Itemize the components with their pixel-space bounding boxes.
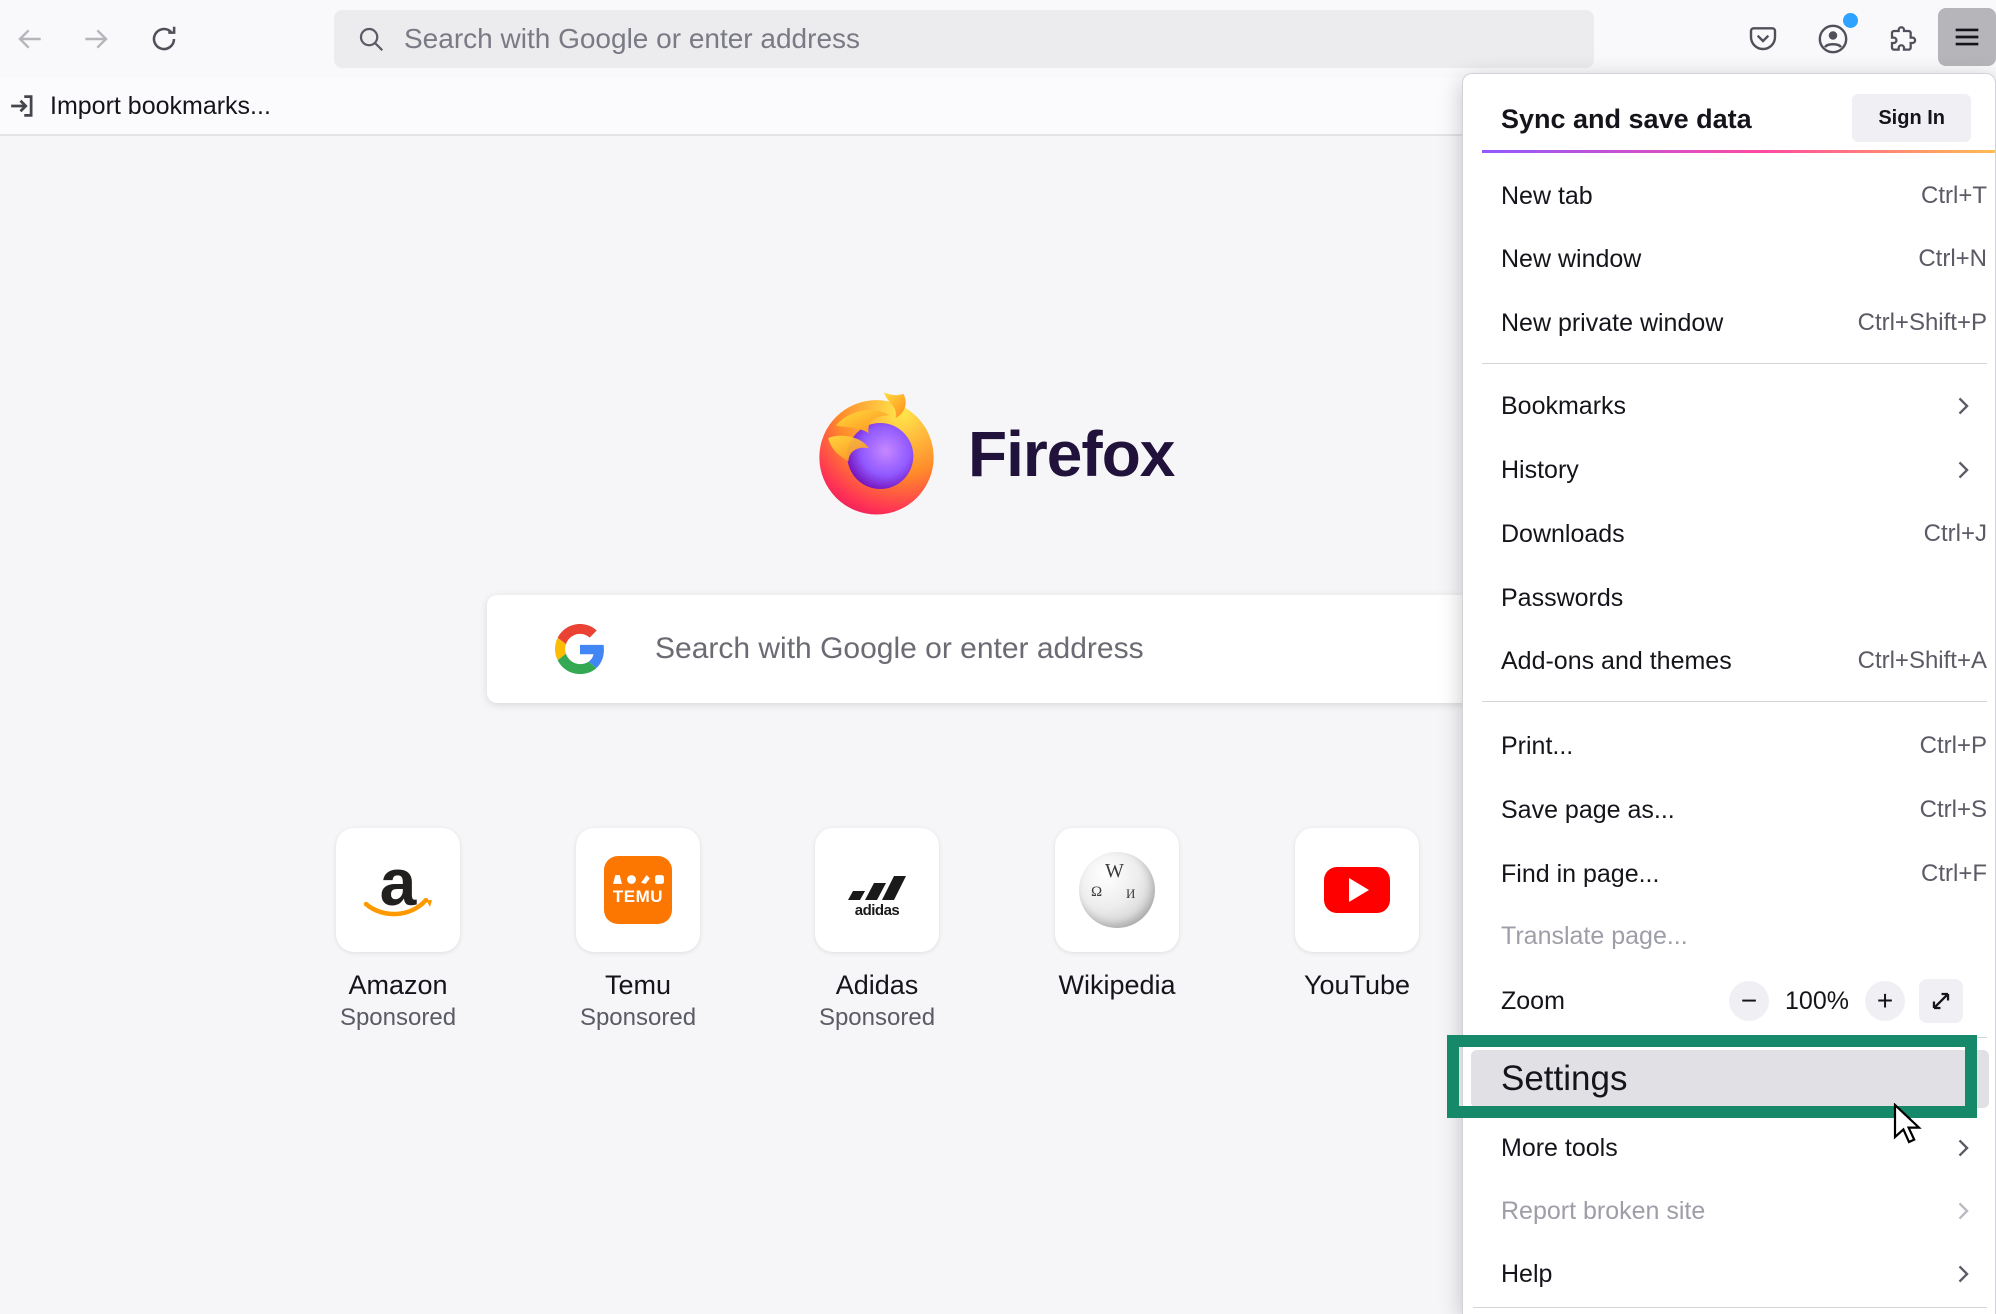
temu-logo-text: TEMU — [613, 887, 663, 907]
chevron-right-icon — [1949, 1134, 1977, 1162]
back-button[interactable] — [2, 11, 58, 67]
app-menu-button[interactable] — [1938, 8, 1996, 66]
forward-arrow-icon — [80, 23, 112, 55]
zoom-level-value[interactable]: 100% — [1769, 987, 1865, 1016]
sync-title: Sync and save data — [1501, 104, 1752, 135]
shortcut-hint: Ctrl+T — [1921, 182, 1987, 210]
account-notification-dot — [1843, 13, 1858, 28]
puzzle-icon — [1888, 23, 1920, 55]
mouse-cursor — [1893, 1103, 1933, 1147]
zoom-controls: − 100% + — [1729, 979, 1963, 1023]
import-icon — [8, 91, 38, 121]
shortcut-tile-adidas[interactable]: adidas — [815, 828, 939, 952]
firefox-logo: Firefox — [813, 390, 1174, 517]
navigation-toolbar: Search with Google or enter address — [0, 0, 1996, 78]
menu-divider — [1473, 1307, 1987, 1308]
shortcut-tile-wikipedia[interactable]: W Ω И — [1055, 828, 1179, 952]
shortcut-tile-temu[interactable]: TEMU — [576, 828, 700, 952]
shortcut-hint: Ctrl+Shift+A — [1858, 647, 1987, 675]
newtab-search-input[interactable]: Search with Google or enter address — [487, 595, 1510, 703]
shortcut-tile-youtube[interactable] — [1295, 828, 1419, 952]
browser-window: Search with Google or enter address — [0, 0, 1996, 1314]
menu-item-help[interactable]: Help — [1463, 1245, 1995, 1303]
shortcut-label: Adidas — [757, 970, 997, 1001]
adidas-logo-icon: adidas — [846, 862, 908, 919]
amazon-logo-icon: a — [358, 850, 438, 930]
youtube-logo-icon — [1324, 867, 1390, 913]
extensions-button[interactable] — [1876, 11, 1932, 67]
shortcut-hint: Ctrl+F — [1921, 860, 1987, 888]
account-icon — [1816, 22, 1850, 56]
amazon-smile-icon — [362, 898, 434, 924]
fullscreen-icon — [1928, 988, 1954, 1014]
firefox-wordmark: Firefox — [968, 417, 1174, 491]
menu-item-history[interactable]: History — [1463, 441, 1995, 499]
menu-divider — [1482, 701, 1987, 702]
sync-header: Sync and save data Sign In — [1463, 94, 1995, 144]
address-bar-placeholder: Search with Google or enter address — [404, 23, 860, 55]
menu-item-downloads[interactable]: Downloads Ctrl+J — [1463, 505, 1995, 563]
wiki-glyph-omega: Ω — [1091, 884, 1102, 901]
pocket-button[interactable] — [1735, 11, 1791, 67]
menu-item-passwords[interactable]: Passwords — [1463, 569, 1995, 627]
pocket-icon — [1747, 23, 1779, 55]
menu-divider — [1482, 363, 1987, 364]
menu-item-addons[interactable]: Add-ons and themes Ctrl+Shift+A — [1463, 632, 1995, 690]
menu-item-new-private-window[interactable]: New private window Ctrl+Shift+P — [1463, 294, 1995, 352]
wiki-glyph-i: И — [1126, 886, 1135, 902]
youtube-play-triangle — [1349, 878, 1369, 902]
newtab-search-placeholder: Search with Google or enter address — [655, 632, 1144, 666]
sponsored-badge: Sponsored — [757, 1004, 997, 1032]
firefox-logo-icon — [813, 390, 940, 517]
shortcut-tile-amazon[interactable]: a — [336, 828, 460, 952]
chevron-right-icon — [1949, 392, 1977, 420]
chevron-right-icon — [1949, 1197, 1977, 1225]
sponsored-badge: Sponsored — [278, 1004, 518, 1032]
temu-logo-icon: TEMU — [604, 856, 672, 924]
reload-button[interactable] — [136, 11, 192, 67]
back-arrow-icon — [14, 23, 46, 55]
shortcut-hint: Ctrl+N — [1918, 245, 1987, 273]
chevron-right-icon — [1949, 1260, 1977, 1288]
shortcut-label: YouTube — [1237, 970, 1477, 1001]
forward-button[interactable] — [68, 11, 124, 67]
address-bar[interactable]: Search with Google or enter address — [334, 10, 1594, 68]
reload-icon — [148, 23, 180, 55]
temu-glyphs — [612, 874, 665, 885]
adidas-logo-text: adidas — [855, 902, 900, 919]
wiki-glyph-w: W — [1105, 860, 1124, 883]
menu-item-zoom: Zoom − 100% + — [1463, 972, 1995, 1030]
fullscreen-button[interactable] — [1919, 979, 1963, 1023]
google-logo-icon — [555, 624, 605, 674]
zoom-out-button[interactable]: − — [1729, 981, 1769, 1021]
zoom-in-button[interactable]: + — [1865, 981, 1905, 1021]
menu-item-new-tab[interactable]: New tab Ctrl+T — [1463, 167, 1995, 225]
shortcut-hint: Ctrl+Shift+P — [1858, 309, 1987, 337]
shortcut-label: Temu — [518, 970, 758, 1001]
sponsored-badge: Sponsored — [518, 1004, 758, 1032]
hamburger-icon — [1950, 20, 1984, 54]
menu-item-print[interactable]: Print... Ctrl+P — [1463, 717, 1995, 775]
gradient-divider — [1482, 150, 1995, 153]
menu-item-save-page-as[interactable]: Save page as... Ctrl+S — [1463, 781, 1995, 839]
shortcut-hint: Ctrl+J — [1924, 520, 1987, 548]
wikipedia-globe-icon: W Ω И — [1079, 852, 1155, 928]
chevron-right-icon — [1949, 456, 1977, 484]
menu-item-report-broken-site: Report broken site — [1463, 1182, 1995, 1240]
search-icon — [356, 24, 386, 54]
shortcut-label: Amazon — [278, 970, 518, 1001]
shortcut-hint: Ctrl+S — [1920, 796, 1987, 824]
shortcut-label: Wikipedia — [997, 970, 1237, 1001]
import-bookmarks-button[interactable]: Import bookmarks... — [50, 92, 271, 121]
menu-item-find-in-page[interactable]: Find in page... Ctrl+F — [1463, 845, 1995, 903]
menu-item-new-window[interactable]: New window Ctrl+N — [1463, 230, 1995, 288]
sign-in-button[interactable]: Sign In — [1852, 94, 1971, 142]
menu-item-bookmarks[interactable]: Bookmarks — [1463, 377, 1995, 435]
shortcut-hint: Ctrl+P — [1920, 732, 1987, 760]
menu-item-translate-page: Translate page... — [1463, 907, 1995, 965]
